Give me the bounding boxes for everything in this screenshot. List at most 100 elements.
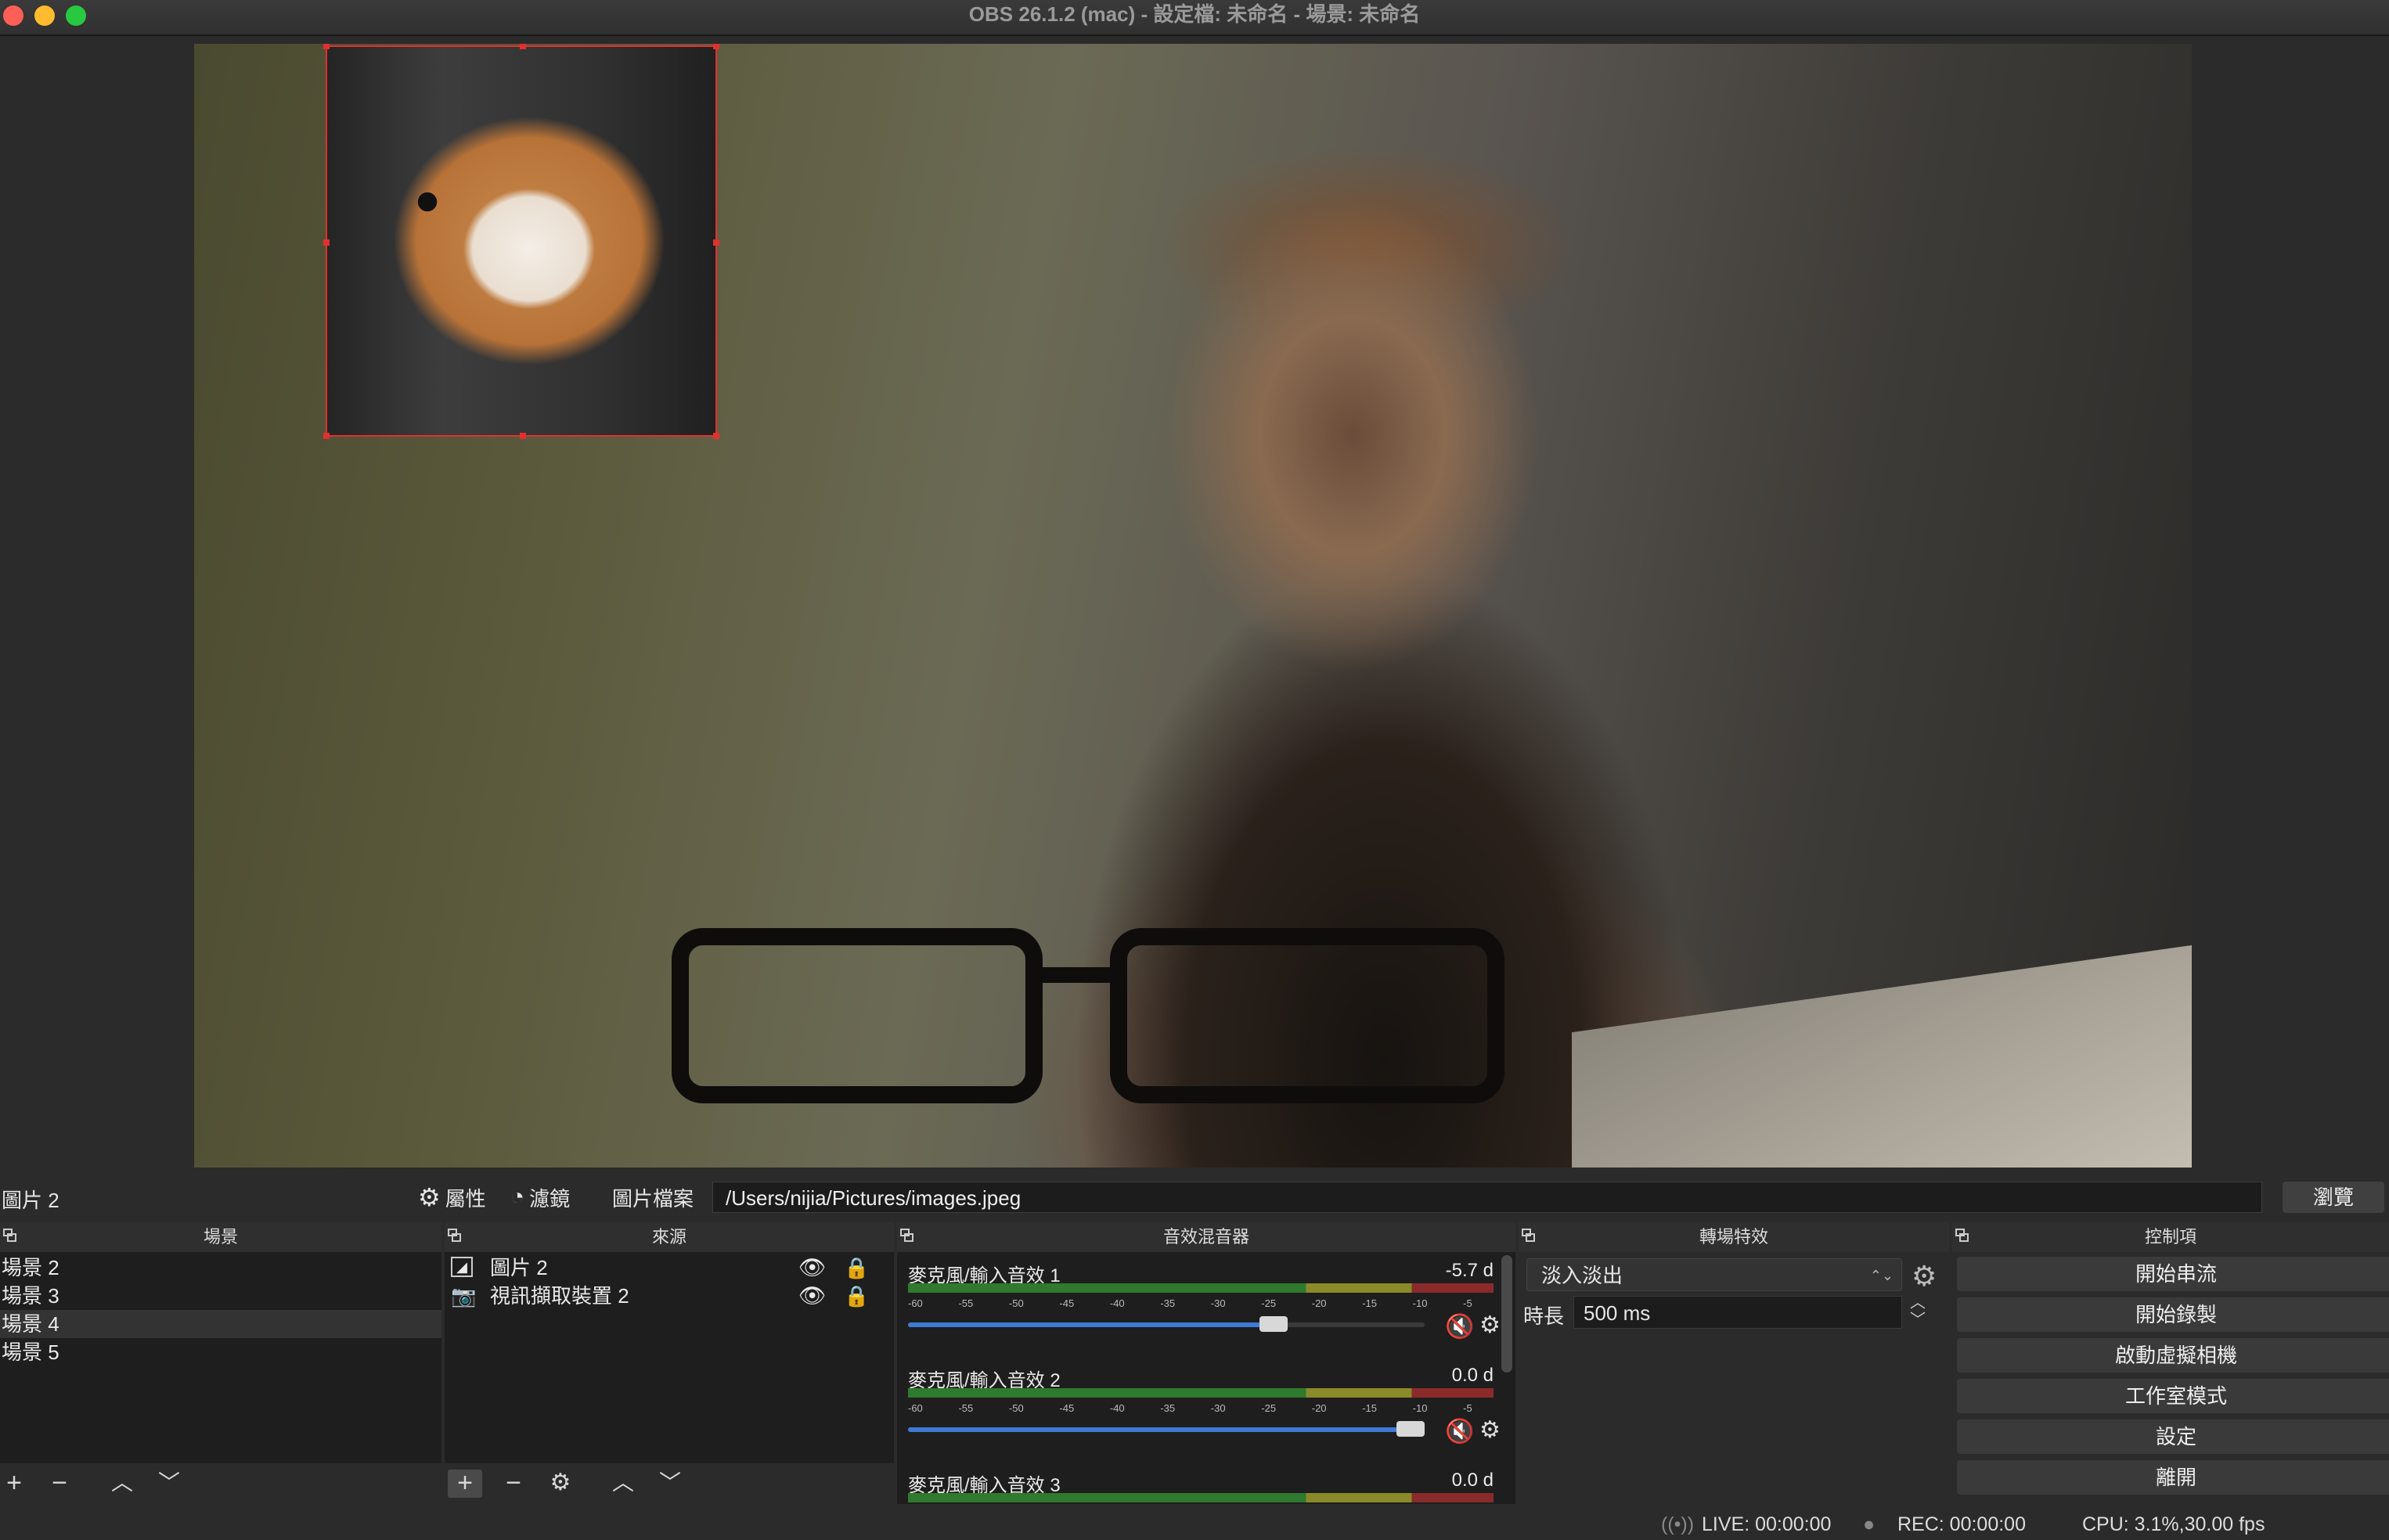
resize-handle[interactable] <box>713 433 719 439</box>
move-scene-up-button[interactable]: ︿ <box>105 1470 139 1498</box>
meter-tick-label: -35 <box>1160 1297 1176 1309</box>
add-source-button[interactable]: + <box>448 1470 482 1498</box>
volume-meter <box>908 1388 1494 1398</box>
resize-handle[interactable] <box>713 44 719 49</box>
duration-input[interactable]: 500 ms <box>1573 1296 1902 1329</box>
start-recording-button[interactable]: 開始錄製 <box>1957 1297 2389 1332</box>
live-broadcast-icon: ((•)) <box>1661 1513 1695 1535</box>
rec-timer: REC: 00:00:00 <box>1897 1513 2026 1535</box>
meter-tick-label: -60 <box>908 1402 923 1414</box>
mute-speaker-icon[interactable]: 🔇 <box>1445 1418 1474 1445</box>
filters-button[interactable]: ◔ 濾鏡 <box>510 1183 570 1211</box>
visibility-eye-icon[interactable]: 👁 <box>798 1254 827 1282</box>
selected-source-name: 圖片 2 <box>2 1189 59 1212</box>
remove-source-button[interactable]: − <box>496 1470 531 1498</box>
lock-icon[interactable]: 🔒 <box>844 1254 869 1282</box>
volume-slider[interactable] <box>908 1421 1425 1437</box>
background-rock <box>1572 933 2192 1168</box>
title-bar: OBS 26.1.2 (mac) - 設定檔: 未命名 - 場景: 未命名 <box>0 0 2389 36</box>
selection-box[interactable] <box>323 44 719 439</box>
preview-area <box>0 36 2389 1171</box>
move-scene-down-button[interactable]: ﹀ <box>152 1470 186 1498</box>
resize-handle[interactable] <box>520 433 526 439</box>
add-scene-button[interactable]: + <box>0 1470 31 1498</box>
meter-tick-label: -25 <box>1261 1402 1277 1414</box>
studio-mode-button[interactable]: 工作室模式 <box>1957 1379 2389 1413</box>
float-dock-icon[interactable] <box>1522 1229 1536 1243</box>
scene-item-selected[interactable]: 場景 4 <box>0 1310 441 1338</box>
scenes-footer: + − ︿ ﹀ <box>0 1463 441 1504</box>
resize-handle[interactable] <box>520 44 526 49</box>
meter-ticks: -60 -55 -50 -45 -40 -35 -30 -25 -20 -15 -10 -5 <box>908 1399 1494 1418</box>
meter-tick-label: -15 <box>1362 1402 1377 1414</box>
scene-item[interactable]: 場景 3 <box>0 1282 441 1310</box>
move-source-up-button[interactable]: ︿ <box>606 1470 640 1498</box>
preview-canvas[interactable] <box>194 44 2192 1168</box>
volume-slider[interactable] <box>908 1316 1425 1332</box>
meter-tick-label: -50 <box>1008 1402 1024 1414</box>
meter-tick-label: -55 <box>958 1297 974 1309</box>
float-dock-icon[interactable] <box>1955 1229 1969 1243</box>
resize-handle[interactable] <box>323 44 330 49</box>
source-item[interactable]: 📷 視訊擷取裝置 2 👁 🔒 <box>445 1282 894 1310</box>
volume-fill <box>908 1322 1263 1327</box>
channel-db: 0.0 d <box>1451 1470 1494 1491</box>
image-icon: ◢ <box>451 1257 473 1277</box>
mixer-scrollbar[interactable] <box>1501 1255 1512 1373</box>
controls-dock: 控制項 開始串流 開始錄製 啟動虛擬相機 工作室模式 設定 離開 <box>1952 1222 2389 1504</box>
scene-item[interactable]: 場景 2 <box>0 1254 441 1282</box>
exit-button[interactable]: 離開 <box>1957 1460 2389 1495</box>
volume-knob[interactable] <box>1396 1421 1425 1437</box>
float-dock-icon[interactable] <box>900 1229 914 1243</box>
filter-icon: ◔ <box>510 1184 525 1210</box>
remove-scene-button[interactable]: − <box>42 1470 77 1498</box>
duration-stepper[interactable]: ︿ ﹀ <box>1910 1294 1926 1329</box>
meter-tick-label: -30 <box>1210 1297 1226 1309</box>
cpu-stats: CPU: 3.1%,30.00 fps <box>2082 1513 2265 1535</box>
start-streaming-button[interactable]: 開始串流 <box>1957 1257 2389 1291</box>
source-item[interactable]: ◢ 圖片 2 👁 🔒 <box>445 1254 894 1282</box>
move-source-down-button[interactable]: ﹀ <box>653 1470 687 1498</box>
meter-tick-label: -55 <box>958 1402 974 1414</box>
resize-handle[interactable] <box>713 239 719 246</box>
duration-label: 時長 <box>1523 1304 1565 1328</box>
channel-db: 0.0 d <box>1451 1365 1494 1386</box>
resize-handle[interactable] <box>323 433 330 439</box>
image-path-field[interactable]: /Users/nijia/Pictures/images.jpeg <box>712 1182 2262 1213</box>
transition-gear-icon[interactable]: ⚙ <box>1912 1260 1937 1293</box>
meter-tick-label: -45 <box>1059 1402 1075 1414</box>
glasses-shape <box>672 928 1611 1103</box>
browse-button[interactable]: 瀏覽 <box>2283 1182 2384 1213</box>
audio-mixer-dock: 音效混音器 麥克風/輸入音效 1 -5.7 d -60 -55 -50 -45 -40-… <box>897 1222 1515 1504</box>
meter-tick-label: -20 <box>1311 1297 1327 1309</box>
lock-icon[interactable]: 🔒 <box>844 1282 869 1310</box>
camera-icon: 📷 <box>451 1284 477 1308</box>
resize-handle[interactable] <box>323 239 330 246</box>
meter-tick-label: -45 <box>1059 1297 1075 1309</box>
float-dock-icon[interactable] <box>448 1229 462 1243</box>
channel-gear-icon[interactable]: ⚙ <box>1479 1416 1501 1444</box>
meter-tick-label: -50 <box>1008 1297 1024 1309</box>
meter-tick-label: -15 <box>1362 1297 1377 1309</box>
meter-tick-label: -35 <box>1160 1402 1176 1414</box>
channel-db: -5.7 d <box>1445 1260 1494 1281</box>
properties-button[interactable]: ⚙ 屬性 <box>418 1183 486 1211</box>
mute-speaker-icon[interactable]: 🔇 <box>1445 1313 1474 1340</box>
start-virtual-camera-button[interactable]: 啟動虛擬相機 <box>1957 1338 2389 1373</box>
source-properties-gear-icon[interactable]: ⚙ <box>543 1470 578 1498</box>
volume-knob[interactable] <box>1259 1316 1288 1332</box>
scene-item[interactable]: 場景 5 <box>0 1338 441 1366</box>
float-dock-icon[interactable] <box>3 1229 17 1243</box>
transition-select[interactable]: 淡入淡出 ⌃⌄ <box>1526 1258 1902 1291</box>
settings-button[interactable]: 設定 <box>1957 1419 2389 1454</box>
scenes-dock-header: 場景 <box>0 1222 441 1252</box>
transitions-dock: 轉場特效 淡入淡出 ⌃⌄ ⚙ 時長 500 ms ︿ ﹀ <box>1519 1222 1949 1504</box>
select-arrows-icon: ⌃⌄ <box>1869 1268 1894 1283</box>
meter-ticks: -60 -55 -50 -45 -40 -35 -30 -25 -20 -15 -10 -5 <box>908 1294 1494 1313</box>
window-title: OBS 26.1.2 (mac) - 設定檔: 未命名 - 場景: 未命名 <box>968 2 1421 26</box>
gear-icon: ⚙ <box>418 1183 441 1211</box>
channel-gear-icon[interactable]: ⚙ <box>1479 1312 1501 1339</box>
visibility-eye-icon[interactable]: 👁 <box>798 1282 827 1310</box>
volume-fill <box>908 1427 1400 1432</box>
meter-tick-label: -40 <box>1109 1297 1125 1309</box>
